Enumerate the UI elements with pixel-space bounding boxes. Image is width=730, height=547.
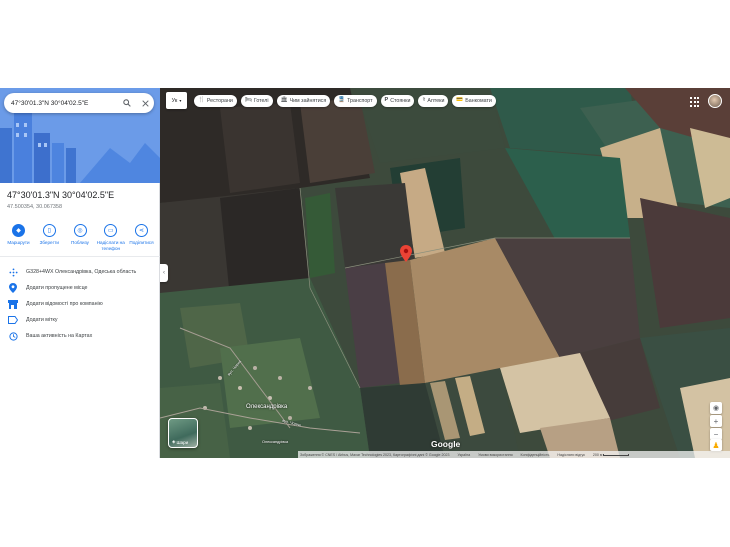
avatar[interactable] — [708, 94, 722, 108]
divider — [0, 256, 160, 257]
nearby-button[interactable]: ◎ Поблизу — [66, 224, 95, 251]
collapse-panel-button[interactable]: ‹ — [160, 264, 168, 282]
chip-hotels[interactable]: 🛏 Готелі — [240, 95, 273, 107]
chevron-left-icon: ‹ — [163, 270, 165, 276]
scale-label: 200 м — [592, 452, 603, 457]
chip-label: Аптеки — [427, 98, 445, 104]
add-business-row[interactable]: Додати відомості про компанію — [0, 296, 160, 312]
transit-icon: 🚆 — [338, 97, 346, 104]
plus-icon: + — [713, 416, 719, 426]
info-list: G328+4WX Олександрівка, Одеська область … — [0, 264, 160, 344]
language-select[interactable]: Ук ▾ — [166, 92, 187, 109]
attribution-text: Зображення © CNES / Airbus, Maxar Techno… — [300, 452, 450, 457]
country-link[interactable]: Україна — [457, 453, 470, 457]
chip-label: Ресторани — [206, 98, 233, 104]
history-icon — [7, 330, 19, 342]
action-label: Поблизу — [71, 240, 89, 245]
directions-button[interactable]: ◆ Маршрути — [4, 224, 33, 251]
place-title: 47°30'01.3"N 30°04'02.5"E — [7, 190, 115, 200]
layers-label: Шари — [176, 439, 189, 445]
atm-icon: 💳 — [456, 97, 464, 104]
add-place-text: Додати пропущене місце — [26, 285, 88, 291]
satellite-map[interactable] — [160, 88, 730, 458]
directions-icon: ◆ — [16, 228, 21, 234]
location-pin-icon[interactable] — [400, 245, 412, 262]
chip-label: Чим зайнятися — [289, 98, 327, 104]
map-footer: Зображення © CNES / Airbus, Maxar Techno… — [298, 451, 730, 458]
nearby-icon: ◎ — [77, 228, 83, 234]
road-label: Олександрівка — [262, 440, 289, 444]
chip-atm[interactable]: 💳 Банкомати — [452, 95, 496, 107]
chip-label: Готелі — [253, 98, 269, 104]
activity-text: Ваша активність на Картах — [26, 333, 93, 339]
category-chips: 🍴 Ресторани 🛏 Готелі 🏛 Чим зайнятися 🚆 Транс… — [194, 95, 496, 107]
privacy-link[interactable]: Конфіденційність — [521, 453, 550, 457]
plus-code-icon — [7, 266, 19, 278]
layers-button[interactable]: ◈ Шари — [168, 418, 198, 448]
chip-label: Стоянки — [390, 98, 411, 104]
search-icon[interactable] — [118, 94, 136, 112]
scale-indicator[interactable]: 200 м — [592, 452, 630, 457]
share-button[interactable]: ⋖ Поділитися — [127, 224, 156, 251]
hero-image: 47°30'01.3"N 30°04'02.5"E — [0, 88, 160, 183]
my-location-button[interactable]: ◉ — [710, 402, 722, 414]
chip-label: Банкомати — [465, 98, 492, 104]
maps-window: Олександрівка вул. Чорна вул. Чорна Олек… — [0, 88, 730, 458]
language-select-value: Ук — [171, 97, 178, 104]
hotel-icon: 🛏 — [244, 97, 252, 104]
apps-grid-icon[interactable] — [690, 97, 700, 107]
send-to-phone-button[interactable]: ▭ Надіслати на телефон — [96, 224, 125, 251]
action-label: Поділитися — [129, 240, 154, 245]
bookmark-icon: ▯ — [47, 228, 51, 234]
add-label-text: Додати мітку — [26, 317, 58, 323]
google-logo: Google — [431, 439, 461, 449]
pegman-icon: ♟ — [712, 440, 720, 450]
side-panel: 47°30'01.3"N 30°04'02.5"E 47°30'01.3"N 3… — [0, 88, 160, 458]
pharmacy-icon: ⚕ — [422, 97, 426, 104]
minus-icon: − — [713, 429, 719, 439]
action-label: Надіслати на телефон — [96, 240, 125, 251]
parking-icon: P — [384, 97, 389, 104]
close-icon[interactable] — [136, 94, 154, 112]
action-buttons: ◆ Маршрути ▯ Зберегти ◎ Поблизу ▭ Надісл… — [4, 224, 156, 251]
chevron-down-icon: ▾ — [179, 98, 182, 103]
chip-label: Транспорт — [347, 98, 373, 104]
add-label-row[interactable]: Додати мітку — [0, 312, 160, 328]
place-coordinates: 47.500354, 30.067358 — [7, 204, 63, 210]
save-button[interactable]: ▯ Зберегти — [35, 224, 64, 251]
satellite-imagery — [160, 88, 730, 458]
feedback-link[interactable]: Надіслати відгук — [557, 453, 584, 457]
chip-things-to-do[interactable]: 🏛 Чим зайнятися — [276, 95, 331, 107]
street-view-button[interactable]: ♟ — [710, 439, 722, 451]
town-label: Олександрівка — [246, 404, 288, 410]
business-icon — [7, 298, 19, 310]
restaurant-icon: 🍴 — [198, 97, 205, 104]
plus-code-row[interactable]: G328+4WX Олександрівка, Одеська область — [0, 264, 160, 280]
terms-link[interactable]: Умови використання — [478, 453, 512, 457]
chip-parking[interactable]: P Стоянки — [380, 95, 415, 107]
search-box[interactable]: 47°30'01.3"N 30°04'02.5"E — [4, 93, 154, 113]
search-input[interactable]: 47°30'01.3"N 30°04'02.5"E — [11, 100, 118, 107]
action-label: Зберегти — [39, 240, 59, 245]
add-business-text: Додати відомості про компанію — [26, 301, 103, 307]
chip-transit[interactable]: 🚆 Транспорт — [334, 95, 377, 107]
activity-row[interactable]: Ваша активність на Картах — [0, 328, 160, 344]
chip-restaurants[interactable]: 🍴 Ресторани — [194, 95, 237, 107]
chip-pharmacy[interactable]: ⚕ Аптеки — [418, 95, 449, 107]
scale-bar — [603, 453, 630, 456]
add-place-icon — [7, 282, 19, 294]
share-icon: ⋖ — [138, 228, 145, 234]
action-label: Маршрути — [7, 240, 30, 245]
plus-code-text: G328+4WX Олександрівка, Одеська область — [26, 269, 137, 275]
layers-icon: ◈ — [172, 439, 176, 444]
my-location-icon: ◉ — [712, 405, 720, 412]
things-to-do-icon: 🏛 — [280, 97, 288, 104]
add-place-row[interactable]: Додати пропущене місце — [0, 280, 160, 296]
zoom-in-button[interactable]: + — [710, 415, 722, 427]
label-icon — [7, 314, 19, 326]
phone-icon: ▭ — [107, 228, 114, 234]
